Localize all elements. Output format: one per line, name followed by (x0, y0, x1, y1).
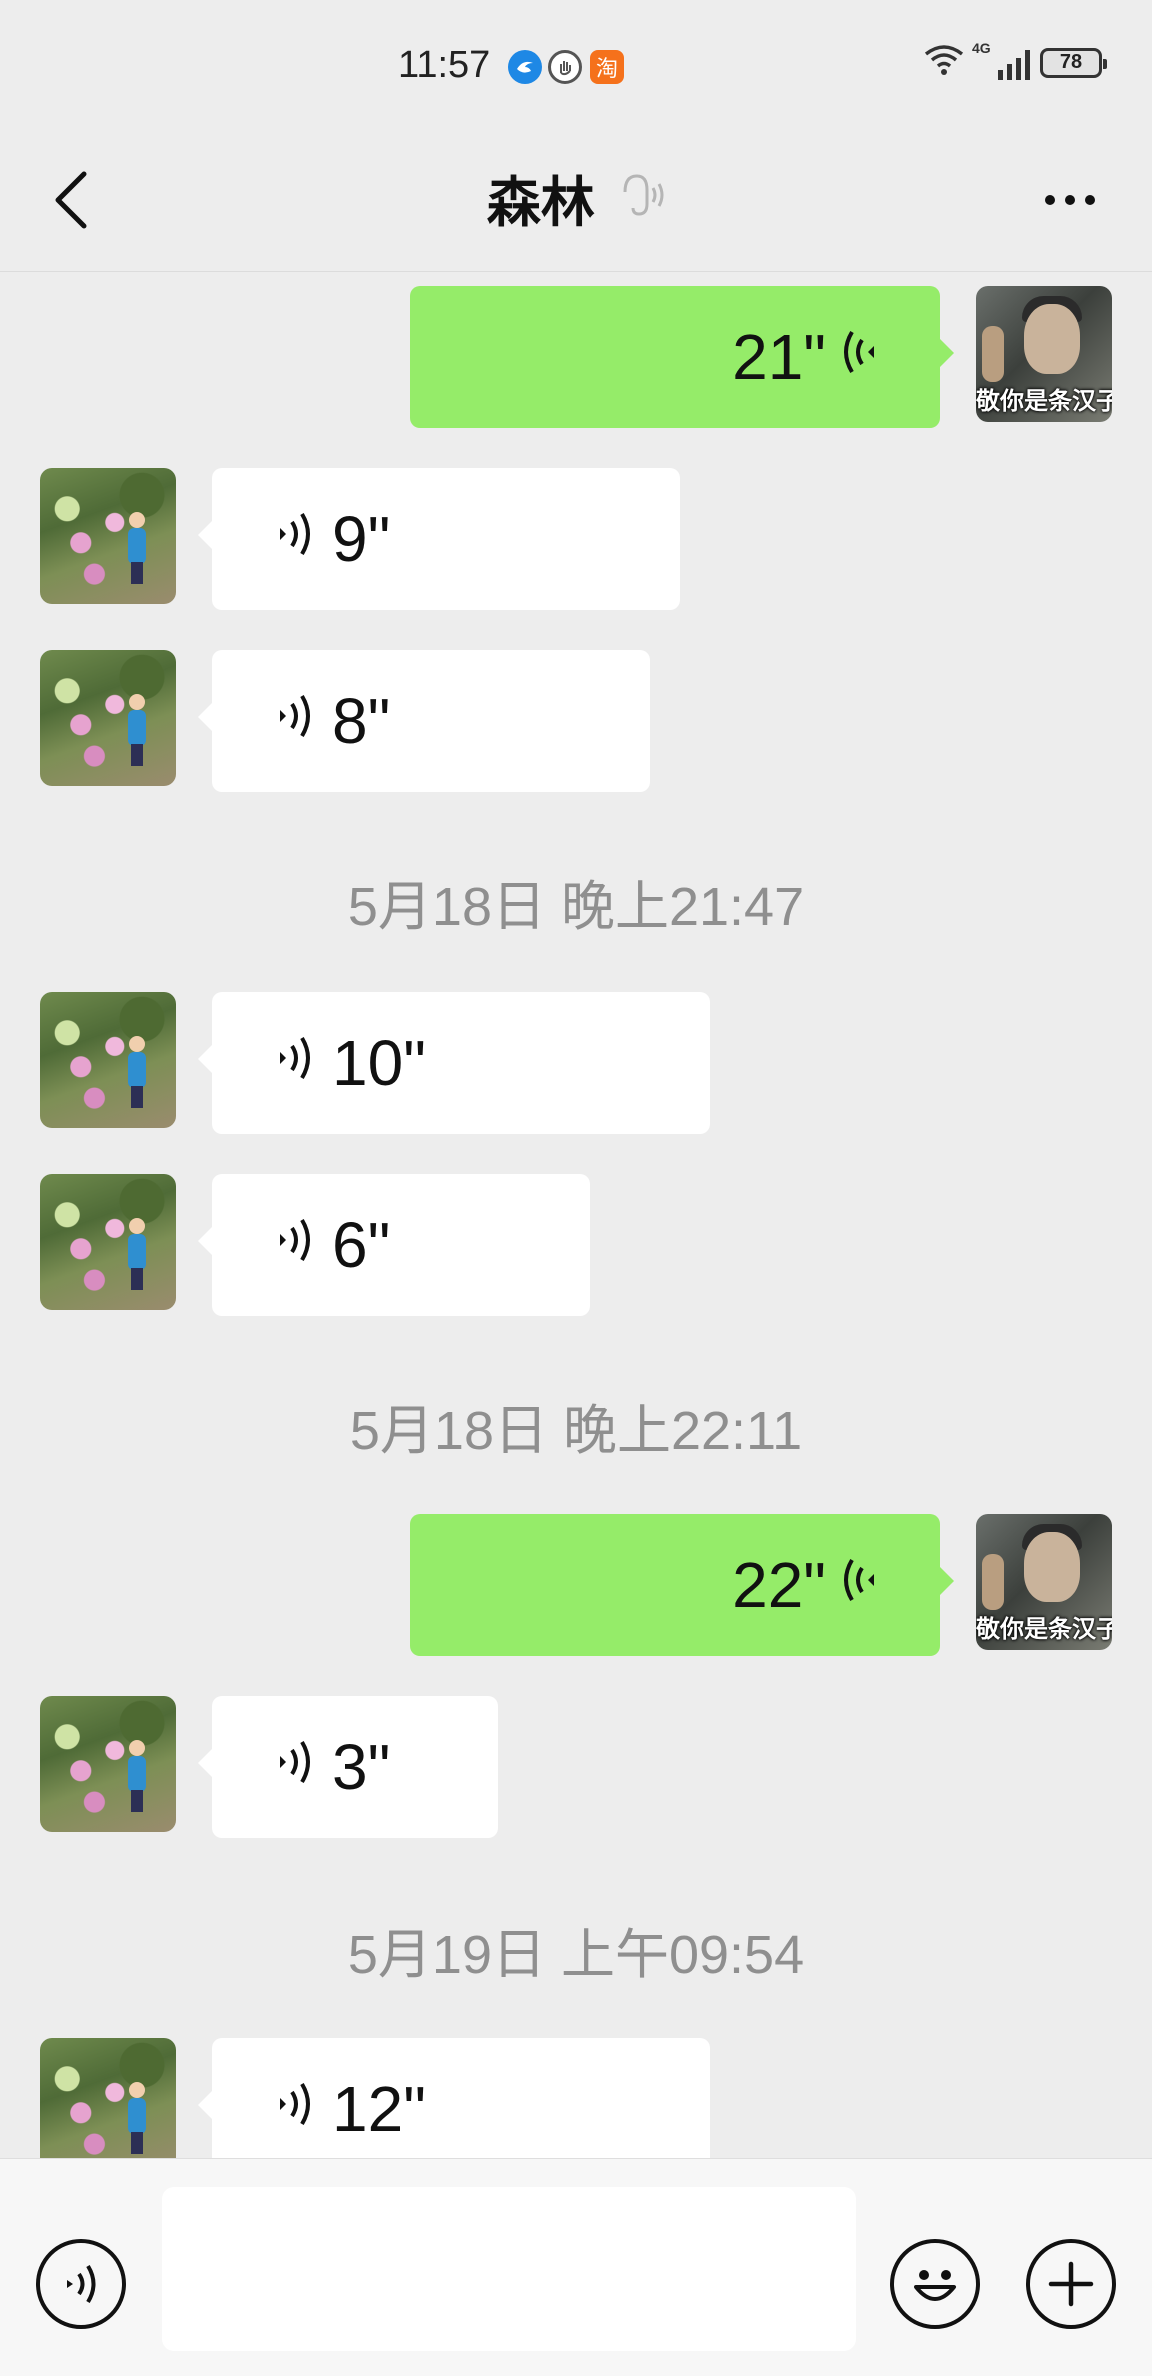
network-type: 4G (972, 39, 991, 56)
voice-message-bubble[interactable]: 9" (198, 468, 680, 610)
browser-icon (508, 50, 542, 84)
voice-wave-icon (840, 322, 880, 393)
avatar-caption: 敬你是条汉子 (976, 388, 1112, 415)
friend-avatar[interactable] (40, 468, 176, 604)
input-bar (0, 2158, 1152, 2376)
hand-icon (548, 50, 582, 84)
message-input[interactable] (162, 2187, 856, 2351)
voice-mode-icon (67, 2264, 96, 2304)
voice-message-bubble[interactable]: 21" (410, 286, 954, 428)
dot (1085, 195, 1095, 205)
voice-duration: 9" (332, 503, 391, 575)
voice-message-bubble[interactable]: 10" (198, 992, 710, 1134)
friend-avatar[interactable] (40, 992, 176, 1128)
voice-wave-icon (274, 1210, 314, 1281)
voice-message-bubble[interactable]: 22" (410, 1514, 954, 1656)
voice-message-bubble[interactable]: 12" (198, 2038, 710, 2158)
friend-avatar[interactable] (40, 1174, 176, 1310)
friend-avatar[interactable] (40, 650, 176, 786)
signal-icon: 4G (972, 40, 1030, 80)
battery-icon: 78 (1040, 47, 1107, 78)
chat-header: 森林 (0, 130, 1152, 272)
voice-wave-icon (274, 2074, 314, 2145)
voice-duration: 8" (332, 685, 391, 757)
friend-avatar[interactable] (40, 1696, 176, 1832)
message-timestamp: 5月18日 晚上21:47 (347, 877, 805, 937)
voice-message-bubble[interactable]: 3" (198, 1696, 498, 1838)
message-row: 12" (0, 2038, 1152, 2158)
voice-wave-icon (840, 1550, 880, 1621)
avatar-caption: 敬你是条汉子 (976, 1616, 1112, 1643)
plus-icon (1048, 2261, 1094, 2307)
voice-mode-button[interactable] (36, 2239, 126, 2329)
status-bar: 11:57 淘 4G 78 (0, 0, 1152, 130)
more-functions-button[interactable] (1026, 2239, 1116, 2329)
taobao-icon: 淘 (590, 50, 624, 84)
chat-title: 森林 (486, 173, 595, 233)
voice-wave-icon (274, 504, 314, 575)
voice-duration: 21" (732, 321, 826, 393)
dot (1045, 195, 1055, 205)
chat-title-area: 森林 (0, 158, 1152, 237)
my-avatar[interactable]: 敬你是条汉子 (976, 1514, 1112, 1650)
voice-duration: 10" (332, 1027, 426, 1099)
message-timestamp: 5月19日 上午09:54 (347, 1925, 805, 1985)
voice-duration: 12" (332, 2073, 426, 2145)
more-options-button[interactable] (1030, 170, 1110, 230)
my-avatar[interactable]: 敬你是条汉子 (976, 286, 1112, 422)
voice-wave-icon (274, 1732, 314, 1803)
wifi-icon (924, 44, 964, 81)
voice-wave-icon (274, 1028, 314, 1099)
voice-message-bubble[interactable]: 8" (198, 650, 650, 792)
emoji-button[interactable] (890, 2239, 980, 2329)
emoji-icon (914, 2270, 956, 2301)
voice-wave-icon (274, 686, 314, 757)
dot (1065, 195, 1075, 205)
voice-duration: 6" (332, 1209, 391, 1281)
voice-duration: 3" (332, 1731, 391, 1803)
status-time: 11:57 (398, 44, 491, 86)
voice-message-bubble[interactable]: 6" (198, 1174, 590, 1316)
message-timestamp: 5月18日 晚上22:11 (349, 1401, 803, 1461)
mute-icon (621, 170, 665, 225)
friend-avatar[interactable] (40, 2038, 176, 2158)
voice-duration: 22" (732, 1549, 826, 1621)
